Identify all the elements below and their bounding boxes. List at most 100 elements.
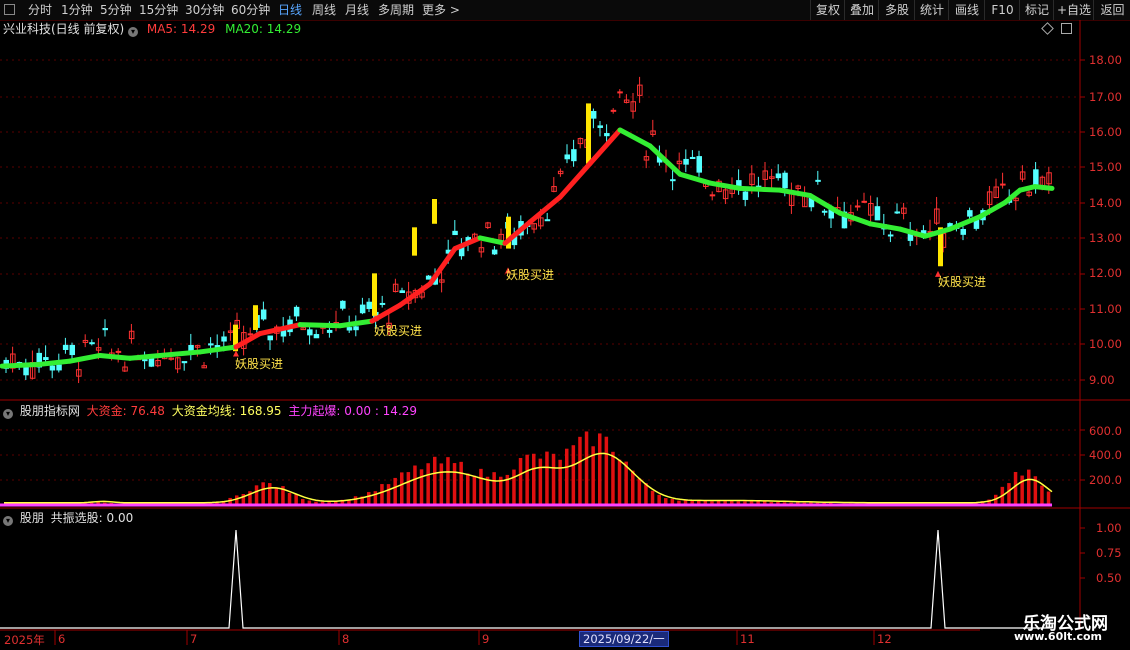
fund-bar [459,461,463,505]
fund-bar [492,472,496,505]
resonance-line [0,529,1052,629]
candle-body [247,333,254,336]
x-axis-month: 8 [342,632,350,646]
fund-bar [637,478,642,505]
fund-bar [518,457,523,505]
big-fund-value: 大资金: 76.48 [86,404,165,418]
fund-bar [380,484,384,505]
fund-bar [1046,491,1051,505]
candle-body [564,154,570,160]
candle-body [313,334,320,339]
ma5-value: MA5: 14.29 [146,22,216,36]
candle-body [102,327,108,331]
fund-bar [452,463,457,505]
fund-bar [1013,471,1018,505]
candle-body [709,194,716,197]
x-axis-month: 11 [740,632,755,646]
fund-bar [274,487,279,505]
fund-bar [598,433,602,505]
fund-bar [578,436,582,505]
indicator-tick: 200.0 [1089,473,1122,487]
fund-bar [558,459,562,505]
resonance-tick: 1.00 [1096,521,1122,535]
candle-body [49,365,56,371]
fund-bar [393,477,397,505]
signal-flag [586,103,591,164]
fund-bar [446,457,450,505]
candle-body [379,302,386,305]
x-axis-month: 9 [482,632,490,646]
ma20-segment [677,171,713,186]
candle-body [399,290,405,294]
indicator-name: 股朋指标网 [19,404,80,418]
fund-bar [657,494,661,505]
x-axis-year: 2025年 [4,633,45,647]
candle-body [208,343,214,346]
signal-flag [432,199,437,224]
candle-body [62,344,69,350]
fund-bar [426,463,430,505]
buy-signal-label: 妖股买进 [506,268,555,282]
candle-body [307,329,313,336]
fund-bar [617,459,622,505]
price-tick: 14.00 [1089,196,1122,210]
candle-body [874,206,881,221]
window-icon[interactable] [1061,23,1072,34]
candle-body [544,219,551,222]
ma20-segment [617,127,653,149]
price-chart[interactable] [0,0,1130,650]
x-axis-month: 6 [58,632,66,646]
fund-bar [268,483,272,505]
fund-bar [631,470,635,505]
fund-bar [538,458,543,505]
resonance-spikes [0,529,1052,629]
fund-bar [386,484,391,505]
fund-bar [485,476,490,505]
fund-bar [413,465,417,505]
buy-signal-label: 妖股买进 [938,275,987,289]
big-fund-avg-value: 大资金均线: 168.95 [171,404,282,418]
stock-title: 兴业科技(日线 前复权) [3,22,125,36]
candle-body [425,275,432,280]
chevron-down-icon[interactable]: ▾ [3,409,13,419]
fund-bar [551,453,556,505]
fund-bar [571,445,576,505]
candle-body [775,173,782,179]
candle-body [293,306,300,317]
fund-bar [254,485,259,505]
candle-body [854,205,861,208]
buy-signal-label: 妖股买进 [374,324,423,338]
candle-body [617,91,623,94]
ma20-segment [557,161,593,200]
indicator-tick: 600.0 [1089,424,1122,438]
chevron-down-icon[interactable]: ▾ [128,27,139,37]
candle-body [742,191,749,200]
fund-bar [419,469,424,505]
ma20-segment [297,322,343,329]
candle-body [69,344,75,356]
ma20-segment [197,344,239,355]
resonance-tick: 0.50 [1096,571,1122,585]
fund-bar [466,473,470,505]
ma20-segment [233,331,263,350]
candle-body [689,156,696,160]
resonance-value: 共振选股: 0.00 [50,511,134,525]
fund-bar [644,483,648,505]
candle-body [815,179,821,182]
price-tick: 18.00 [1089,53,1122,67]
fund-bar [584,431,589,505]
candle-body [43,357,49,361]
signal-flags [233,103,943,357]
candle-body [782,172,788,189]
candle-body [115,350,122,353]
fund-bar [294,494,298,505]
fund-bar [406,472,411,505]
candle-body [326,329,333,333]
ma20-segment [897,226,928,239]
price-tick: 16.00 [1089,125,1122,139]
chevron-down-icon[interactable]: ▾ [3,516,13,526]
signal-flag [412,227,417,256]
big-fund-histogram [0,431,1053,507]
price-tick: 13.00 [1089,231,1122,245]
ma20-segment [97,352,133,361]
